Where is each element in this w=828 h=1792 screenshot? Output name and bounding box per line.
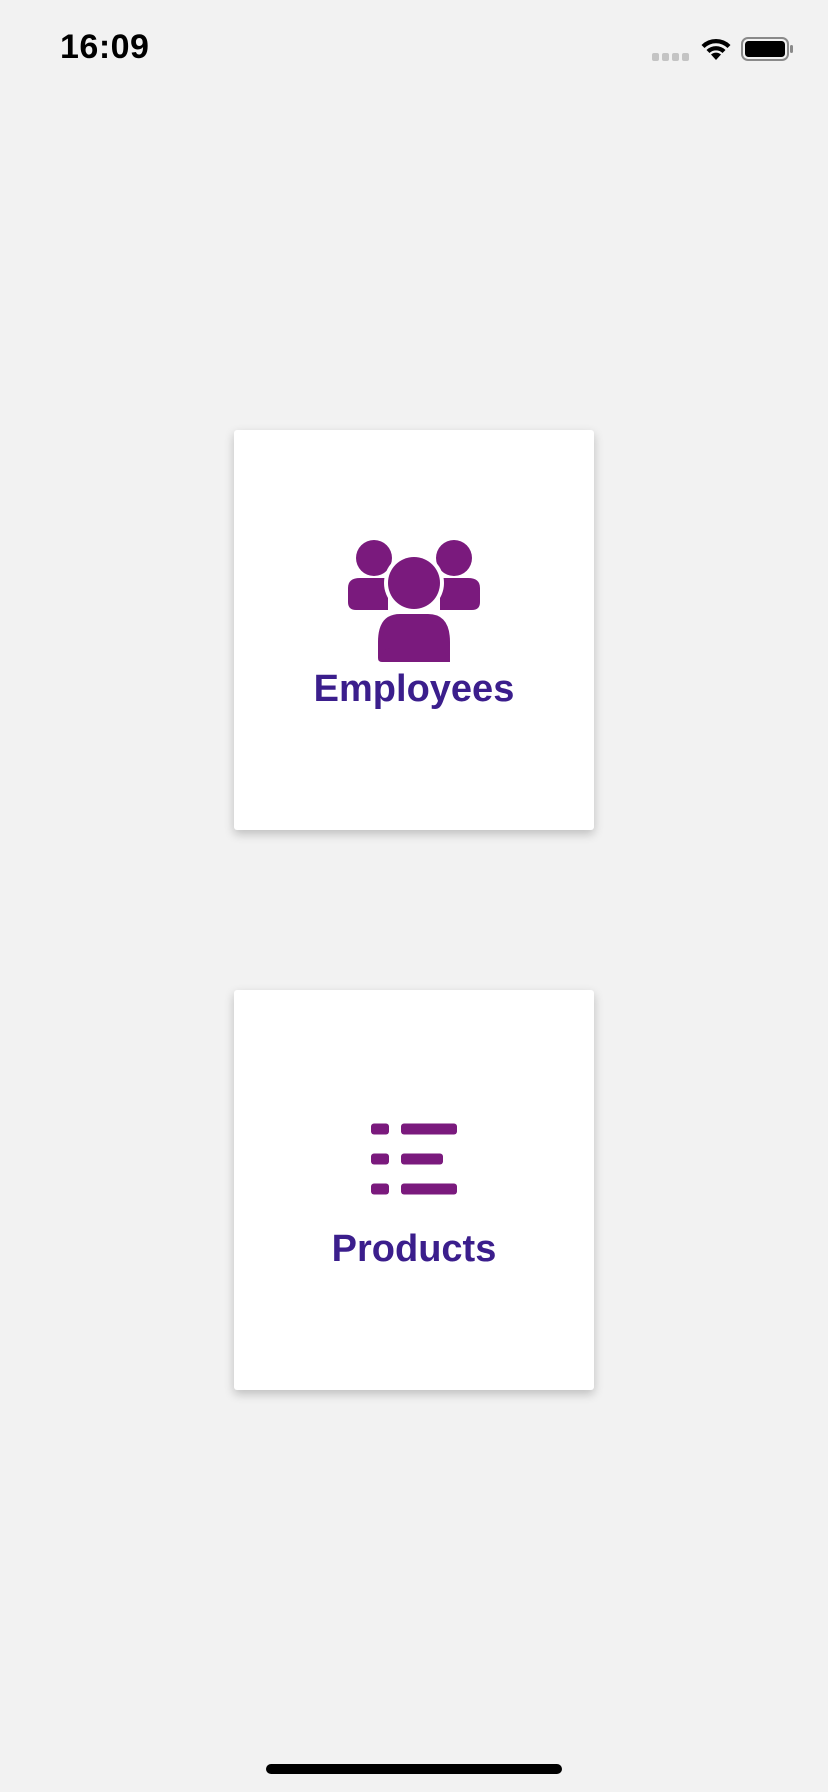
employees-label: Employees (313, 668, 515, 710)
products-label: Products (331, 1228, 497, 1270)
products-tile[interactable]: Products (234, 990, 594, 1390)
battery-icon (741, 37, 793, 61)
status-bar: 16:09 (0, 0, 828, 100)
cellular-signal-icon (652, 53, 689, 61)
employees-tile[interactable]: Employees (234, 430, 594, 830)
users-group-icon (348, 540, 480, 662)
status-time: 16:09 (60, 28, 150, 66)
home-indicator[interactable] (266, 1764, 562, 1774)
wifi-icon (701, 38, 731, 60)
list-icon (371, 1123, 457, 1195)
